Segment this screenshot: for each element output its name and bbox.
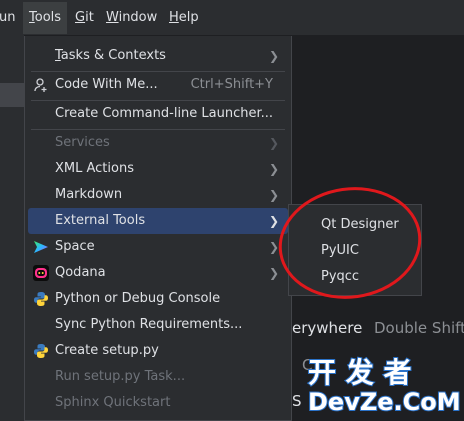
- devze-watermark-logo: 开 发 者 DevZe.CoM: [307, 355, 462, 417]
- svg-text:DevZe.CoM: DevZe.CoM: [308, 388, 461, 416]
- svg-text:开 发 者: 开 发 者: [308, 356, 412, 389]
